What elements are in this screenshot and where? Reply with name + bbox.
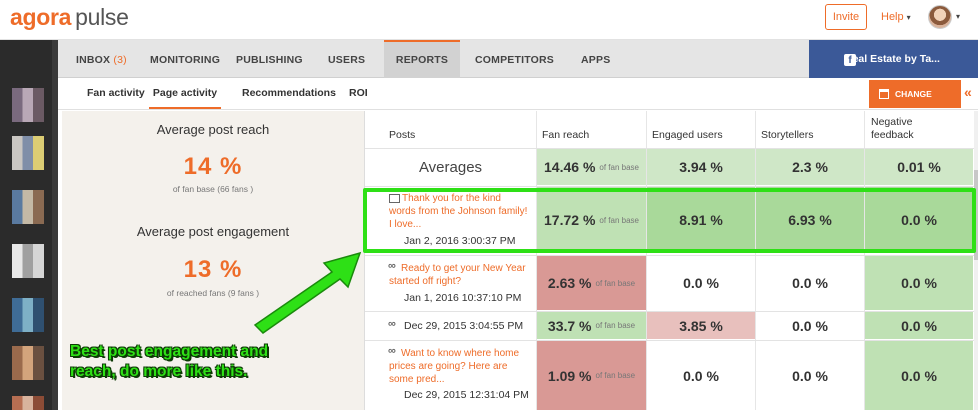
row-engaged-users: 0.0 % xyxy=(683,275,719,291)
annotation-caption: Best post engagement and reach, do more l… xyxy=(70,343,269,380)
tab-fan-activity[interactable]: Fan activity xyxy=(87,78,145,109)
link-icon: ∞ xyxy=(388,318,396,330)
account-avatar[interactable] xyxy=(12,346,44,380)
nav-publishing[interactable]: PUBLISHING xyxy=(236,40,303,78)
header-posts[interactable]: Posts xyxy=(389,129,415,141)
average-post-reach-value: 14 % xyxy=(183,153,243,180)
invite-button[interactable]: Invite xyxy=(825,4,867,30)
tab-page-activity[interactable]: Page activity xyxy=(149,78,221,109)
nav-competitors[interactable]: COMPETITORS xyxy=(475,40,554,78)
row-engaged-users: 0.0 % xyxy=(683,367,719,384)
row-fan-reach: 2.63 % of fan base xyxy=(537,256,646,310)
row-storytellers: 0.0 % xyxy=(792,367,828,384)
post-text-link[interactable]: Ready to get your New Year xyxy=(401,262,533,275)
averages-storytellers: 2.3 % xyxy=(756,149,864,185)
reports-subnav: Fan activity Page activity Recommendatio… xyxy=(58,78,978,110)
averages-label: Averages xyxy=(418,158,483,176)
average-post-reach-sub: of fan base (66 fans ) xyxy=(172,184,254,194)
row-storytellers: 0.0 % xyxy=(792,275,828,291)
annotation-arrow xyxy=(253,251,362,334)
chevron-down-icon[interactable]: ▾ xyxy=(956,12,960,21)
header-fan-reach[interactable]: Fan reach xyxy=(542,129,589,141)
calendar-icon xyxy=(879,89,889,99)
header-negative-feedback[interactable]: Negative feedback xyxy=(871,116,914,142)
average-post-reach-title: Average post reach xyxy=(156,122,270,137)
post-date: Dec 29, 2015 3:04:55 PM xyxy=(404,320,524,332)
nav-monitoring[interactable]: MONITORING xyxy=(150,40,220,78)
main-nav: INBOX (3) MONITORING PUBLISHING USERS RE… xyxy=(58,40,809,78)
facebook-icon: f xyxy=(844,54,856,66)
header-storytellers[interactable]: Storytellers xyxy=(761,129,814,141)
post-text-link[interactable]: started off right? xyxy=(389,275,534,288)
account-avatar[interactable] xyxy=(12,298,44,332)
header-engaged-users[interactable]: Engaged users xyxy=(652,129,723,141)
highlight-box xyxy=(363,188,976,253)
help-menu[interactable]: Help ▾ xyxy=(881,11,911,23)
averages-negative: 0.01 % xyxy=(865,149,973,185)
account-avatar[interactable] xyxy=(12,136,44,170)
agorapulse-logo[interactable]: agora pulse xyxy=(10,4,129,31)
nav-inbox[interactable]: INBOX (3) xyxy=(76,40,127,78)
avatar[interactable] xyxy=(928,5,952,29)
post-text-link[interactable]: prices are going? Here are some pred... xyxy=(389,360,534,386)
chevron-down-icon: ▾ xyxy=(906,13,911,22)
account-avatar[interactable] xyxy=(12,190,44,224)
account-avatar[interactable] xyxy=(12,396,44,410)
table-scrollbar[interactable] xyxy=(974,111,978,410)
averages-fan-reach: 14.46 % of fan base xyxy=(537,149,646,185)
row-storytellers: 0.0 % xyxy=(792,317,828,334)
collapse-icon[interactable]: « xyxy=(964,84,972,100)
link-icon: ∞ xyxy=(388,260,396,272)
row-engaged-users: 3.85 % xyxy=(647,312,755,339)
facebook-page-tab[interactable]: Real Estate by Ta... xyxy=(809,40,978,78)
nav-users[interactable]: USERS xyxy=(328,40,365,78)
link-icon: ∞ xyxy=(388,345,396,357)
post-date: Jan 1, 2016 10:37:10 PM xyxy=(404,292,522,304)
nav-reports[interactable]: REPORTS xyxy=(384,40,460,78)
row-negative: 0.0 % xyxy=(865,312,973,339)
row-negative: 0.0 % xyxy=(865,341,973,410)
row-fan-reach: 1.09 % of fan base xyxy=(537,341,646,410)
tab-recommendations[interactable]: Recommendations xyxy=(242,78,336,109)
post-text-link[interactable]: Want to know where home xyxy=(401,347,533,360)
post-date: Dec 29, 2015 12:31:04 PM xyxy=(404,389,529,401)
inbox-count-badge: (3) xyxy=(113,54,127,66)
averages-engaged-users: 3.94 % xyxy=(647,149,755,185)
average-post-engagement-title: Average post engagement xyxy=(136,224,290,239)
nav-apps[interactable]: APPS xyxy=(581,40,610,78)
row-negative: 0.0 % xyxy=(865,256,973,310)
tab-roi[interactable]: ROI xyxy=(349,78,368,109)
row-fan-reach: 33.7 % of fan base xyxy=(537,312,646,339)
account-avatar[interactable] xyxy=(12,244,44,278)
top-header: agora pulse Invite Help ▾ ▾ xyxy=(0,0,978,40)
accounts-sidebar xyxy=(0,40,58,410)
account-avatar[interactable] xyxy=(12,88,44,122)
